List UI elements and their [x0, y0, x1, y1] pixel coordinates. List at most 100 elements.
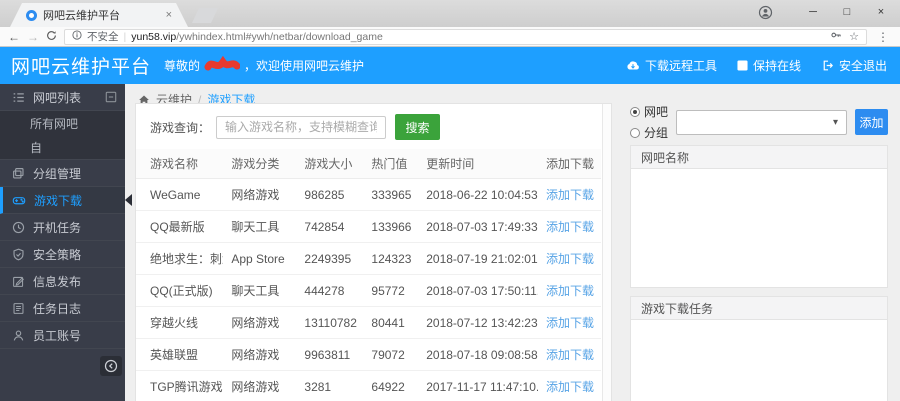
- game-name-cell: QQ(正式版): [136, 274, 224, 307]
- radio-selected-icon[interactable]: [630, 106, 640, 117]
- sidebar-item-security-policy[interactable]: 安全策略: [0, 241, 125, 268]
- game-category-cell: 网络游戏: [223, 178, 297, 211]
- right-panel: 网吧 分组 ▾ 添加 网吧名称 游戏下载任务: [630, 105, 888, 401]
- browser-tab[interactable]: 网吧云维护平台 ×: [10, 3, 188, 27]
- table-row: QQ(正式版) 聊天工具 444278 95772 2018-07-03 17:50:1…: [136, 274, 601, 307]
- table-row: QQ最新版 聊天工具 742854 133966 2018-07-03 17:49:33…: [136, 210, 601, 243]
- game-size-cell: 9963811: [296, 338, 364, 371]
- download-task-panel: 游戏下载任务: [630, 296, 888, 401]
- sidebar-item-game-download[interactable]: 游戏下载: [0, 187, 125, 214]
- new-tab-button[interactable]: [192, 8, 218, 23]
- profile-icon[interactable]: [750, 2, 780, 22]
- back-icon[interactable]: ←: [8, 31, 20, 43]
- forward-icon[interactable]: →: [27, 31, 39, 43]
- heat-value-cell: 64922: [363, 370, 419, 401]
- sidebar-item-staff-account[interactable]: 员工账号: [0, 322, 125, 349]
- table-row: WeGame 网络游戏 986285 333965 2018-06-22 10:04:5…: [136, 178, 601, 211]
- add-download-link[interactable]: 添加下载: [546, 252, 594, 266]
- sidebar-subitem-2[interactable]: 自: [0, 135, 125, 159]
- search-label: 游戏查询：: [150, 120, 211, 135]
- search-button[interactable]: 搜索: [395, 114, 441, 140]
- sidebar-item-netbar-list[interactable]: 网吧列表: [0, 84, 125, 111]
- sidebar-item-task-log[interactable]: 任务日志: [0, 295, 125, 322]
- game-search-input[interactable]: [216, 115, 387, 139]
- sidebar-item-label: 任务日志: [33, 301, 82, 316]
- heat-value-cell: 124323: [363, 242, 419, 275]
- log-icon: [13, 302, 24, 314]
- game-name-cell: 英雄联盟: [136, 338, 224, 371]
- url-domain: yun58.vip: [131, 30, 177, 43]
- omnibox-divider: |: [123, 30, 127, 43]
- game-size-cell: 986285: [296, 178, 364, 211]
- radio-netbar[interactable]: 网吧: [630, 103, 668, 120]
- game-category-cell: 聊天工具: [223, 210, 297, 243]
- chevron-down-icon: ▾: [832, 116, 838, 128]
- game-size-cell: 444278: [296, 274, 364, 307]
- sidebar-collapse-button[interactable]: [100, 356, 122, 376]
- folder-group-icon: [13, 167, 24, 179]
- browser-menu-icon[interactable]: ⋮: [874, 30, 892, 44]
- action-cell: 添加下载: [538, 242, 601, 275]
- table-header-row: 游戏名称 游戏分类 游戏大小 热门值 更新时间 添加下载: [136, 149, 601, 179]
- radio-group[interactable]: 分组: [630, 124, 668, 141]
- sidebar-item-info-publish[interactable]: 信息发布: [0, 268, 125, 295]
- security-label: 不安全: [87, 31, 119, 43]
- sidebar-item-boot-task[interactable]: 开机任务: [0, 214, 125, 241]
- netbar-panel-body: [631, 169, 887, 287]
- url-path: /ywhindex.html#ywh/netbar/download_game: [176, 30, 383, 43]
- key-icon[interactable]: [830, 29, 842, 44]
- minimize-button[interactable]: ─: [798, 2, 828, 22]
- add-download-link[interactable]: 添加下载: [546, 316, 594, 330]
- page-url: yun58.vip/ywhindex.html#ywh/netbar/downl…: [131, 31, 383, 43]
- heat-value-cell: 133966: [363, 210, 419, 243]
- greeting-prefix: 尊敬的: [164, 59, 201, 73]
- table-row: 穿越火线 网络游戏 13110782 80441 2018-07-12 13:42:23…: [136, 306, 601, 339]
- game-size-cell: 2249395: [296, 242, 364, 275]
- logout-button[interactable]: 安全退出: [821, 57, 887, 74]
- heat-value-cell: 79072: [363, 338, 419, 371]
- cloud-download-icon: [627, 60, 639, 69]
- col-update-time: 更新时间: [418, 149, 539, 179]
- update-time-cell: 2018-07-03 17:50:11.0: [418, 274, 539, 307]
- game-category-cell: 网络游戏: [223, 370, 297, 401]
- info-icon[interactable]: [72, 30, 82, 43]
- game-size-cell: 742854: [296, 210, 364, 243]
- table-scrollbar[interactable]: [602, 104, 611, 401]
- address-bar[interactable]: 不安全 | yun58.vip/ywhindex.html#ywh/netbar…: [64, 28, 867, 45]
- radio-unselected-icon[interactable]: [630, 127, 640, 138]
- list-icon: [13, 92, 24, 102]
- maximize-button[interactable]: □: [832, 2, 862, 22]
- download-remote-tool-button[interactable]: 下载远程工具: [626, 57, 717, 74]
- sidebar-item-label: 网吧列表: [33, 90, 82, 105]
- add-button[interactable]: 添加: [855, 109, 888, 135]
- collapse-section-icon[interactable]: [105, 91, 117, 106]
- col-game-category: 游戏分类: [223, 149, 297, 179]
- action-cell: 添加下载: [538, 338, 601, 371]
- game-category-cell: 聊天工具: [223, 274, 297, 307]
- app-header: 网吧云维护平台 尊敬的 ，欢迎使用网吧云维护 下载远程工具 保持在线 安全退出: [0, 47, 900, 84]
- add-download-link[interactable]: 添加下载: [546, 348, 594, 362]
- bookmark-star-icon[interactable]: ☆: [849, 30, 859, 43]
- radio-group-label: 分组: [644, 126, 669, 140]
- add-download-link[interactable]: 添加下载: [546, 220, 594, 234]
- update-time-cell: 2018-07-03 17:49:33.0: [418, 210, 539, 243]
- sidebar-item-label: 游戏下载: [34, 193, 83, 208]
- add-download-link[interactable]: 添加下载: [546, 380, 594, 394]
- sidebar-subitem-all-netbars[interactable]: 所有网吧: [0, 111, 125, 135]
- window-close-button[interactable]: ×: [866, 2, 896, 22]
- game-name-cell: 绝地求生：刺激战场: [136, 242, 224, 275]
- keep-online-button[interactable]: 保持在线: [737, 57, 801, 74]
- site-favicon-icon: [26, 10, 37, 21]
- update-time-cell: 2018-07-18 09:08:58.0: [418, 338, 539, 371]
- refresh-icon[interactable]: [46, 30, 57, 43]
- browser-window: 网吧云维护平台 × ─ □ × ← → 不安全 | yun58.vip/ywhi…: [0, 0, 900, 401]
- game-size-cell: 3281: [296, 370, 364, 401]
- game-category-cell: 网络游戏: [223, 338, 297, 371]
- sidebar-item-group-manage[interactable]: 分组管理: [0, 160, 125, 187]
- netbar-select-dropdown[interactable]: ▾: [676, 109, 847, 135]
- tab-close-icon[interactable]: ×: [166, 9, 172, 21]
- col-add-download: 添加下载: [538, 149, 601, 179]
- add-download-link[interactable]: 添加下载: [546, 188, 594, 202]
- col-game-size: 游戏大小: [296, 149, 364, 179]
- add-download-link[interactable]: 添加下载: [546, 284, 594, 298]
